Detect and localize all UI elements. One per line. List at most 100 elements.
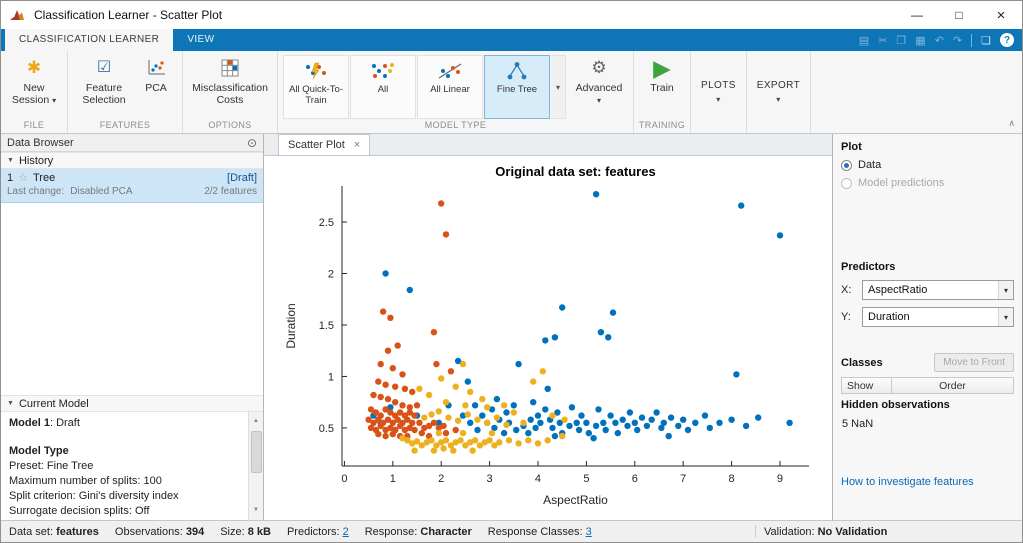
misclassification-costs-icon [221,56,239,80]
section-label-model-type: MODEL TYPE [424,120,487,130]
status-value: 394 [185,525,205,538]
status-predictors: Predictors: 2 [287,526,349,538]
train-button[interactable]: ▶ Train [639,54,685,119]
svg-text:9: 9 [777,473,783,485]
misclassification-costs-button[interactable]: Misclassification Costs [188,54,272,119]
scroll-down-icon[interactable]: ▼ [253,501,259,520]
ribbon-tab-strip: CLASSIFICATION LEARNER VIEW ▤ ✂ ❐ ▦ ↶ ↷ … [1,29,1022,51]
paste-icon[interactable]: ▦ [915,34,925,47]
ribbon: ✱ New Session ▾ FILE ☑ Feature Selection… [1,51,1022,134]
y-predictor-select[interactable]: Duration ▾ [862,307,1014,327]
status-label: Predictors: [286,525,340,538]
advanced-button[interactable]: ⚙ Advanced ▾ [570,54,628,119]
window-title: Classification Learner - Scatter Plot [34,8,223,22]
status-predictors-link[interactable]: 2 [343,526,349,538]
feature-selection-label: Feature Selection [82,82,126,106]
panel-menu-icon[interactable]: ⊙ [247,136,257,150]
cut-icon[interactable]: ✂ [878,34,887,47]
app-window: { "window": { "title": "Classification L… [0,0,1023,543]
move-to-front-button[interactable]: Move to Front [934,353,1014,372]
document-area: Scatter Plot × Original data set: featur… [264,134,832,520]
gallery-item-all[interactable]: All [350,55,416,119]
radio-selected-icon [841,159,852,171]
plot-controls-panel: Plot Data Model predictions Predictors X… [832,134,1022,520]
redo-icon[interactable]: ↷ [953,34,962,47]
save-icon[interactable]: ▤ [859,34,869,47]
new-session-button[interactable]: ✱ New Session ▾ [6,54,62,119]
radio-data[interactable]: Data [841,159,1014,171]
svg-text:2: 2 [438,473,444,485]
close-tab-icon[interactable]: × [354,139,360,151]
model-draft-status: : Draft [49,417,80,429]
status-label: Data set: [9,525,54,538]
dock-icon[interactable]: ❏ [981,34,991,47]
feature-selection-icon: ☑ [96,59,112,76]
model-type-header: Model Type [9,445,69,457]
x-predictor-select[interactable]: AspectRatio ▾ [862,280,1014,300]
svg-text:2.5: 2.5 [319,217,334,229]
close-button[interactable]: × [980,1,1022,29]
scroll-up-icon[interactable]: ▲ [253,412,259,431]
predictors-section-header: Predictors [841,261,896,273]
favorite-star-icon[interactable]: ☆ [18,171,28,184]
status-label: Response: [364,525,418,538]
y-predictor-value: Duration [868,311,910,323]
last-change-value: Disabled PCA [70,186,133,197]
gallery-label: All Quick-To-Train [289,84,343,106]
status-label: Response Classes: [487,525,583,538]
scrollbar[interactable]: ▲ ▼ [248,412,263,520]
undo-icon[interactable]: ↶ [935,34,944,47]
hidden-observations-section: Hidden observations 5 NaN [833,392,1022,448]
pca-icon [146,56,166,80]
svg-text:2: 2 [328,269,334,281]
gallery-item-fine-tree[interactable]: Fine Tree [484,55,550,119]
radio-model-predictions[interactable]: Model predictions [841,177,1014,189]
scatter-plot[interactable]: Original data set: features 0 1 2 3 4 5 6 7 8 9 0.5… [280,160,825,512]
tab-classification-learner[interactable]: CLASSIFICATION LEARNER [5,29,174,51]
gallery-dropdown-arrow[interactable]: ▾ [551,55,566,119]
collapse-icon: ▼ [7,400,14,407]
collapse-icon: ▼ [7,157,14,164]
matlab-logo-icon [9,7,27,23]
chevron-down-icon[interactable]: ▾ [998,308,1013,326]
pca-label: PCA [145,82,167,94]
plot-section: Plot Data Model predictions [833,134,1022,254]
window-controls: — □ × [896,1,1022,29]
history-section-header[interactable]: ▼ History [1,152,263,169]
current-model-section-header[interactable]: ▼ Current Model [1,395,263,412]
status-response-classes-link[interactable]: 3 [586,526,592,538]
status-label: Observations: [114,525,183,538]
pca-button[interactable]: PCA [135,54,177,119]
investigate-features-link[interactable]: How to investigate features [833,476,1022,488]
svg-text:1: 1 [328,371,334,383]
status-value: No Validation [817,525,888,538]
status-label: Validation: [764,525,818,538]
x-predictor-value: AspectRatio [868,284,928,296]
model-index: 1 [7,171,14,184]
svg-text:5: 5 [583,473,589,485]
collapse-ribbon-icon[interactable]: ∧ [1008,118,1015,129]
status-size: Size: 8 kB [220,526,271,538]
tab-view[interactable]: VIEW [173,29,228,51]
svg-text:7: 7 [680,473,686,485]
status-response: Response: Character [365,526,472,538]
title-bar: Classification Learner - Scatter Plot — … [1,1,1022,29]
gallery-item-all-quick-to-train[interactable]: All Quick-To-Train [283,55,349,119]
scrollbar-thumb[interactable] [250,431,262,473]
minimize-button[interactable]: — [896,1,938,29]
current-model-header-label: Current Model [18,397,89,410]
help-icon[interactable]: ? [1000,33,1014,47]
tab-scatter-plot[interactable]: Scatter Plot × [278,134,371,155]
chevron-down-icon[interactable]: ▾ [998,281,1013,299]
maximize-button[interactable]: □ [938,1,980,29]
feature-selection-button[interactable]: ☑ Feature Selection [73,54,135,119]
plots-button[interactable]: PLOTS ▾ [691,51,746,133]
svg-text:0: 0 [341,473,347,485]
export-button[interactable]: EXPORT ▾ [747,51,810,133]
gallery-item-all-linear[interactable]: All Linear [417,55,483,119]
history-item-tree[interactable]: 1 ☆ Tree [Draft] Last change: Disabled P… [1,169,263,203]
train-play-icon: ▶ [653,54,671,81]
copy-icon[interactable]: ❐ [896,34,906,47]
svg-text:0.5: 0.5 [319,423,334,435]
section-label-training: TRAINING [638,120,686,130]
